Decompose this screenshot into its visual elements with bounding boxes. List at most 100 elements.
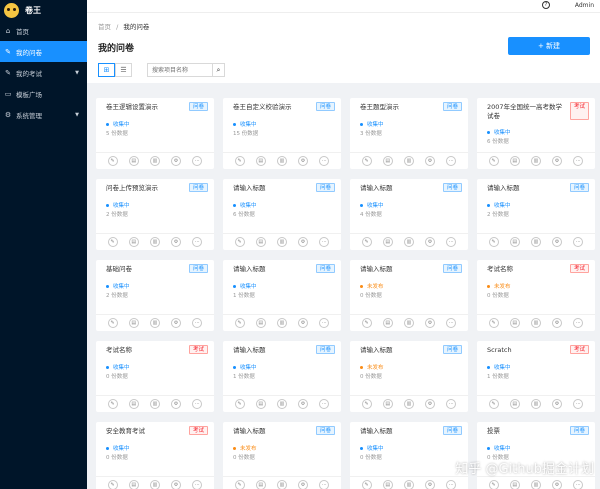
data-table-icon[interactable]: ▤ [382,318,393,328]
project-card[interactable]: 考试名称 考试 收集中 0 份数据 ✎ ▤ ▥ ⚙ ⋯ [96,341,214,412]
data-table-icon[interactable]: ▤ [128,399,139,409]
data-table-icon[interactable]: ▤ [382,156,393,166]
edit-icon[interactable]: ✎ [234,480,245,489]
statistics-icon[interactable]: ▥ [403,318,414,328]
more-icon[interactable]: ⋯ [446,318,457,328]
statistics-icon[interactable]: ▥ [276,156,287,166]
more-icon[interactable]: ⋯ [319,480,330,489]
statistics-icon[interactable]: ▥ [403,237,414,247]
settings-icon[interactable]: ⚙ [171,156,182,166]
statistics-icon[interactable]: ▥ [403,399,414,409]
user-menu[interactable]: Admin [575,2,594,9]
more-icon[interactable]: ⋯ [319,399,330,409]
sidebar-item-templates[interactable]: ▭ 模板广场 [0,83,87,104]
project-card[interactable]: 问卷上传预览演示 问卷 收集中 2 份数据 ✎ ▤ ▥ ⚙ ⋯ [96,179,214,250]
edit-icon[interactable]: ✎ [234,399,245,409]
card-title[interactable]: Scratch [487,346,563,355]
statistics-icon[interactable]: ▥ [149,480,160,489]
edit-icon[interactable]: ✎ [107,237,118,247]
data-table-icon[interactable]: ▤ [509,318,520,328]
statistics-icon[interactable]: ▥ [276,318,287,328]
statistics-icon[interactable]: ▥ [530,399,541,409]
card-title[interactable]: 请输入标题 [233,427,309,436]
project-card[interactable]: 请输入标题 问卷 收集中 0 份数据 ✎ ▤ ▥ ⚙ ⋯ [350,422,468,489]
card-title[interactable]: 基础问卷 [106,265,182,274]
edit-icon[interactable]: ✎ [488,318,499,328]
data-table-icon[interactable]: ▤ [255,156,266,166]
edit-icon[interactable]: ✎ [361,480,372,489]
settings-icon[interactable]: ⚙ [552,156,563,166]
project-card[interactable]: 卷王题型演示 问卷 收集中 3 份数据 ✎ ▤ ▥ ⚙ ⋯ [350,98,468,169]
card-title[interactable]: 卷王题型演示 [360,103,436,112]
statistics-icon[interactable]: ▥ [149,237,160,247]
more-icon[interactable]: ⋯ [192,480,203,489]
data-table-icon[interactable]: ▤ [128,156,139,166]
settings-icon[interactable]: ⚙ [552,318,563,328]
data-table-icon[interactable]: ▤ [509,156,520,166]
data-table-icon[interactable]: ▤ [255,237,266,247]
project-card[interactable]: 请输入标题 问卷 未发布 0 份数据 ✎ ▤ ▥ ⚙ ⋯ [223,422,341,489]
edit-icon[interactable]: ✎ [234,318,245,328]
card-title[interactable]: 安全教育考试 [106,427,182,436]
edit-icon[interactable]: ✎ [488,480,499,489]
more-icon[interactable]: ⋯ [446,237,457,247]
card-title[interactable]: 考试名称 [106,346,182,355]
sidebar-item-my-surveys[interactable]: ✎ 我的问卷 [0,41,87,62]
more-icon[interactable]: ⋯ [573,399,584,409]
project-card[interactable]: 请输入标题 问卷 收集中 6 份数据 ✎ ▤ ▥ ⚙ ⋯ [223,179,341,250]
more-icon[interactable]: ⋯ [446,480,457,489]
edit-icon[interactable]: ✎ [107,480,118,489]
card-title[interactable]: 请输入标题 [233,184,309,193]
card-title[interactable]: 卷王逻辑设置演示 [106,103,182,112]
more-icon[interactable]: ⋯ [573,480,584,489]
card-title[interactable]: 卷王自定义校验演示 [233,103,309,112]
search-input[interactable] [148,64,212,76]
project-card[interactable]: 请输入标题 问卷 未发布 0 份数据 ✎ ▤ ▥ ⚙ ⋯ [350,341,468,412]
help-icon[interactable]: ? [542,1,550,9]
project-card[interactable]: 请输入标题 问卷 收集中 1 份数据 ✎ ▤ ▥ ⚙ ⋯ [223,260,341,331]
data-table-icon[interactable]: ▤ [128,480,139,489]
settings-icon[interactable]: ⚙ [552,237,563,247]
breadcrumb-home[interactable]: 首页 [98,23,111,31]
project-card[interactable]: 请输入标题 问卷 未发布 0 份数据 ✎ ▤ ▥ ⚙ ⋯ [350,260,468,331]
project-card[interactable]: 基础问卷 问卷 收集中 2 份数据 ✎ ▤ ▥ ⚙ ⋯ [96,260,214,331]
data-table-icon[interactable]: ▤ [509,399,520,409]
settings-icon[interactable]: ⚙ [298,399,309,409]
grid-view-icon[interactable]: ⊞ [98,63,115,77]
edit-icon[interactable]: ✎ [234,156,245,166]
more-icon[interactable]: ⋯ [573,237,584,247]
project-card[interactable]: 安全教育考试 考试 收集中 0 份数据 ✎ ▤ ▥ ⚙ ⋯ [96,422,214,489]
settings-icon[interactable]: ⚙ [298,237,309,247]
statistics-icon[interactable]: ▥ [530,318,541,328]
card-title[interactable]: 请输入标题 [233,265,309,274]
statistics-icon[interactable]: ▥ [530,480,541,489]
more-icon[interactable]: ⋯ [192,399,203,409]
data-table-icon[interactable]: ▤ [509,237,520,247]
project-card[interactable]: 投票 问卷 收集中 0 份数据 ✎ ▤ ▥ ⚙ ⋯ [477,422,595,489]
project-card[interactable]: 考试名称 考试 未发布 0 份数据 ✎ ▤ ▥ ⚙ ⋯ [477,260,595,331]
settings-icon[interactable]: ⚙ [425,156,436,166]
sidebar-item-home[interactable]: ⌂ 首页 [0,20,87,41]
project-card[interactable]: 卷王自定义校验演示 问卷 收集中 15 份数据 ✎ ▤ ▥ ⚙ ⋯ [223,98,341,169]
statistics-icon[interactable]: ▥ [149,318,160,328]
statistics-icon[interactable]: ▥ [149,399,160,409]
statistics-icon[interactable]: ▥ [530,237,541,247]
settings-icon[interactable]: ⚙ [298,480,309,489]
more-icon[interactable]: ⋯ [446,156,457,166]
settings-icon[interactable]: ⚙ [298,156,309,166]
sidebar-item-system[interactable]: ⚙ 系统管理 ▼ [0,104,87,125]
data-table-icon[interactable]: ▤ [255,318,266,328]
statistics-icon[interactable]: ▥ [403,156,414,166]
project-card[interactable]: 请输入标题 问卷 收集中 2 份数据 ✎ ▤ ▥ ⚙ ⋯ [477,179,595,250]
more-icon[interactable]: ⋯ [192,237,203,247]
card-title[interactable]: 投票 [487,427,563,436]
card-title[interactable]: 请输入标题 [360,184,436,193]
edit-icon[interactable]: ✎ [107,318,118,328]
card-title[interactable]: 请输入标题 [233,346,309,355]
data-table-icon[interactable]: ▤ [128,318,139,328]
more-icon[interactable]: ⋯ [319,156,330,166]
more-icon[interactable]: ⋯ [446,399,457,409]
card-title[interactable]: 2007年全国统一高考数学试卷 [487,103,563,121]
card-title[interactable]: 问卷上传预览演示 [106,184,182,193]
settings-icon[interactable]: ⚙ [171,480,182,489]
